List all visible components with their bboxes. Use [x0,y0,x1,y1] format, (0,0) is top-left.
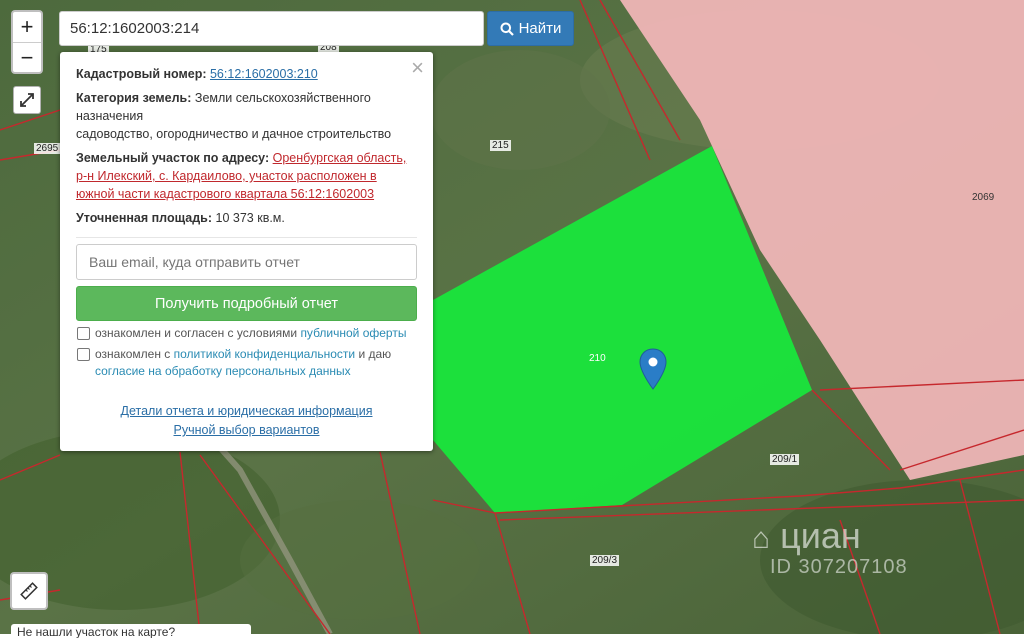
watermark-logo-icon: ⌂ [752,522,771,555]
email-field[interactable] [76,244,417,280]
consent-offer-checkbox[interactable] [77,327,90,340]
parcel-label-209-1: 209/1 [770,454,800,465]
search-button[interactable]: Найти [487,11,574,46]
area-value: 10 373 кв.м. [215,211,285,225]
consent-offer: ознакомлен и согласен с условиями публич… [76,325,417,342]
cadastral-number-link[interactable]: 56:12:1602003:210 [210,67,318,81]
cadastral-label: Кадастровый номер: [76,67,207,81]
parcel-label-215: 215 [490,140,511,151]
ruler-icon [20,582,38,600]
parcel-info-popup: × Кадастровый номер: 56:12:1602003:210 К… [60,52,433,451]
consent-privacy-label: ознакомлен с [95,347,174,361]
parcel-label-210: 210 [589,353,606,364]
location-marker-icon[interactable] [639,348,667,390]
watermark-brand-text: циан [780,515,861,556]
fullscreen-icon [20,93,34,107]
parcel-label-2069: 2069 [972,192,995,203]
search-icon [500,22,514,36]
consent-privacy-text: ознакомлен с политикой конфиденциальност… [95,346,391,380]
parcel-label-2695: 2695 [34,143,61,154]
consent-offer-label: ознакомлен и согласен с условиями [95,326,301,340]
field-patch [430,50,610,170]
zoom-in-button[interactable]: + [13,12,41,43]
address-row: Земельный участок по адресу: Оренбургска… [76,149,417,203]
not-found-bar[interactable]: Не нашли участок на карте? [11,624,251,638]
search-button-label: Найти [518,20,562,37]
get-report-button[interactable]: Получить подробный отчет [76,286,417,321]
privacy-policy-link[interactable]: политикой конфиденциальности [174,347,355,361]
address-label: Земельный участок по адресу: [76,151,270,165]
ruler-button[interactable] [10,572,48,610]
consent-offer-text: ознакомлен и согласен с условиями публич… [95,325,406,342]
cadastral-row: Кадастровый номер: 56:12:1602003:210 [76,65,417,83]
cadastral-search-input[interactable] [59,11,484,46]
consent-privacy-label-2: и даю [355,347,392,361]
zoom-out-button[interactable]: − [13,43,41,72]
consent-privacy-checkbox[interactable] [77,348,90,361]
parcel-label-209-3: 209/3 [590,555,620,566]
watermark-brand: ⌂ циан [752,515,861,557]
category-label: Категория земель: [76,91,192,105]
watermark-id: ID 307207108 [770,556,908,578]
category-usage: садоводство, огородничество и дачное стр… [76,127,392,141]
divider [76,237,417,238]
close-icon[interactable]: × [411,56,424,80]
category-row: Категория земель: Земли сельскохозяйстве… [76,89,417,143]
consent-privacy: ознакомлен с политикой конфиденциальност… [76,346,417,380]
popup-footer-links: Детали отчета и юридическая информация Р… [76,402,417,440]
public-offer-link[interactable]: публичной оферты [300,326,406,340]
manual-selection-link[interactable]: Ручной выбор вариантов [174,423,320,437]
zoom-control: + − [11,10,43,74]
area-label: Уточненная площадь: [76,211,213,225]
fullscreen-button[interactable] [13,86,41,114]
data-processing-link[interactable]: согласие на обработку персональных данны… [95,364,351,378]
area-row: Уточненная площадь: 10 373 кв.м. [76,209,417,227]
report-details-link[interactable]: Детали отчета и юридическая информация [121,404,373,418]
